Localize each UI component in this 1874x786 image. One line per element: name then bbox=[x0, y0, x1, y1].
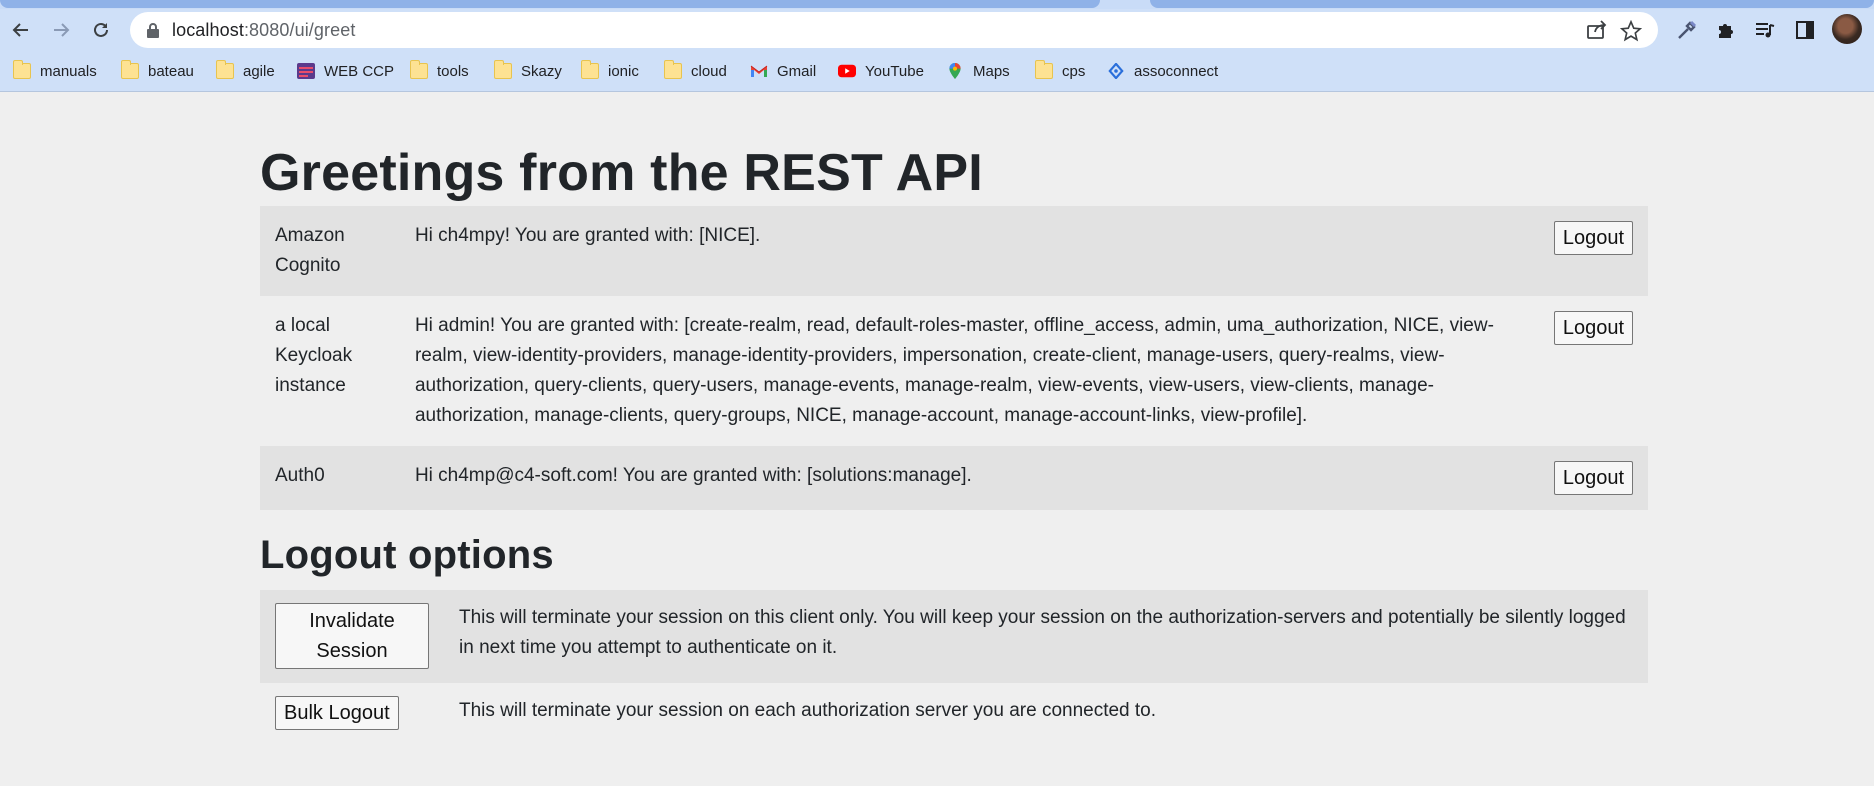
logout-options-table: Invalidate Session This will terminate y… bbox=[260, 590, 1648, 744]
folder-icon bbox=[216, 60, 234, 79]
forward-button[interactable] bbox=[44, 13, 78, 47]
active-tab[interactable] bbox=[0, 0, 1100, 8]
page-title: Greetings from the REST API bbox=[260, 144, 983, 202]
bookmark-ionic[interactable]: ionic bbox=[581, 60, 639, 82]
bookmark-web-ccp[interactable]: WEB CCP bbox=[297, 60, 394, 82]
page-content: Greetings from the REST API Amazon Cogni… bbox=[260, 92, 1648, 744]
option-description: This will terminate your session on this… bbox=[444, 590, 1648, 683]
reload-icon bbox=[94, 22, 108, 37]
bookmark-cps[interactable]: cps bbox=[1035, 60, 1085, 82]
gmail-icon bbox=[750, 65, 768, 77]
logout-option-row: Invalidate Session This will terminate y… bbox=[260, 590, 1648, 683]
greeting-row-auth0: Auth0 Hi ch4mp@c4-soft.com! You are gran… bbox=[260, 446, 1648, 510]
bookmark-label: Skazy bbox=[521, 62, 562, 80]
back-button[interactable] bbox=[4, 13, 38, 47]
share-icon[interactable] bbox=[1586, 20, 1608, 40]
bookmark-label: tools bbox=[437, 62, 469, 80]
webccp-icon bbox=[297, 63, 315, 79]
folder-icon bbox=[494, 60, 512, 79]
inactive-tab[interactable] bbox=[1150, 0, 1874, 8]
bookmark-manuals[interactable]: manuals bbox=[13, 60, 97, 82]
provider-name: Amazon Cognito bbox=[260, 206, 400, 296]
bookmark-skazy[interactable]: Skazy bbox=[494, 60, 562, 82]
provider-name: a local Keycloak instance bbox=[275, 315, 353, 396]
bookmark-label: assoconnect bbox=[1134, 62, 1219, 80]
forward-arrow-icon bbox=[54, 23, 70, 37]
logout-option-row: Bulk Logout This will terminate your ses… bbox=[260, 683, 1648, 744]
option-description: This will terminate your session on each… bbox=[459, 700, 1157, 721]
bookmark-label: cps bbox=[1062, 62, 1086, 80]
bookmark-cloud[interactable]: cloud bbox=[664, 60, 727, 82]
assoconnect-icon bbox=[1108, 63, 1124, 79]
bookmark-label: Maps bbox=[973, 62, 1010, 80]
maps-icon bbox=[949, 63, 961, 79]
eyedropper-extension-icon[interactable] bbox=[1674, 17, 1700, 43]
greeting-row-keycloak: a local Keycloak instance Hi admin! You … bbox=[260, 296, 1648, 446]
bookmark-label: agile bbox=[243, 62, 275, 80]
url-text: localhost:8080/ui/greet bbox=[172, 20, 355, 41]
option-button-cell: Bulk Logout bbox=[260, 683, 444, 744]
bookmark-label: Gmail bbox=[777, 62, 817, 80]
bookmark-gmail[interactable]: Gmail bbox=[750, 60, 816, 82]
youtube-icon bbox=[838, 64, 856, 78]
reload-button[interactable] bbox=[84, 13, 118, 47]
bookmark-label: ionic bbox=[608, 62, 639, 80]
back-arrow-icon bbox=[12, 23, 28, 37]
extensions-puzzle-icon[interactable] bbox=[1713, 17, 1739, 43]
profile-avatar[interactable] bbox=[1832, 14, 1862, 44]
browser-toolbar: localhost:8080/ui/greet bbox=[0, 9, 1874, 51]
folder-icon bbox=[121, 60, 139, 79]
bookmark-maps[interactable]: Maps bbox=[946, 60, 1010, 82]
invalidate-session-button[interactable]: Invalidate Session bbox=[275, 603, 429, 669]
bookmark-label: bateau bbox=[148, 62, 194, 80]
logout-options-title: Logout options bbox=[260, 533, 554, 577]
folder-icon bbox=[13, 60, 31, 79]
side-panel-icon[interactable] bbox=[1792, 17, 1818, 43]
address-bar[interactable]: localhost:8080/ui/greet bbox=[130, 12, 1658, 48]
tab-strip bbox=[0, 0, 1874, 9]
bookmark-tools[interactable]: tools bbox=[410, 60, 469, 82]
bookmark-bateau[interactable]: bateau bbox=[121, 60, 194, 82]
action-cell: Logout bbox=[1539, 296, 1648, 446]
bookmark-youtube[interactable]: YouTube bbox=[838, 60, 924, 82]
logout-button[interactable]: Logout bbox=[1553, 311, 1633, 345]
action-cell: Logout bbox=[1538, 206, 1648, 296]
folder-icon bbox=[664, 60, 682, 79]
lock-icon bbox=[147, 23, 159, 38]
bookmark-label: cloud bbox=[691, 62, 727, 80]
folder-icon bbox=[581, 60, 599, 79]
greetings-table: Amazon Cognito Hi ch4mpy! You are grante… bbox=[260, 206, 1648, 510]
logout-button[interactable]: Logout bbox=[1553, 461, 1633, 495]
provider-name: Auth0 bbox=[260, 446, 400, 510]
bookmark-assoconnect[interactable]: assoconnect bbox=[1107, 60, 1218, 82]
action-cell: Logout bbox=[1538, 446, 1648, 510]
bookmark-agile[interactable]: agile bbox=[216, 60, 275, 82]
bookmark-label: YouTube bbox=[865, 62, 924, 80]
greeting-row-cognito: Amazon Cognito Hi ch4mpy! You are grante… bbox=[260, 206, 1648, 296]
bulk-logout-button[interactable]: Bulk Logout bbox=[275, 696, 399, 730]
url-host: localhost bbox=[172, 20, 244, 40]
logout-button[interactable]: Logout bbox=[1553, 221, 1633, 255]
url-path: :8080/ui/greet bbox=[243, 20, 356, 40]
greeting-message: Hi ch4mp@c4-soft.com! You are granted wi… bbox=[399, 446, 1539, 510]
bookmark-label: manuals bbox=[40, 62, 97, 80]
media-control-icon[interactable] bbox=[1752, 17, 1778, 43]
folder-icon bbox=[1035, 60, 1053, 79]
bookmarks-bar: manuals bateau agile WEB CCP tools Skazy… bbox=[0, 51, 1874, 92]
greeting-message: Hi ch4mpy! You are granted with: [NICE]. bbox=[399, 206, 1539, 296]
greeting-message: Hi admin! You are granted with: [create-… bbox=[414, 315, 1494, 426]
bookmark-star-icon[interactable] bbox=[1620, 20, 1642, 42]
folder-icon bbox=[410, 60, 428, 79]
option-button-cell: Invalidate Session bbox=[260, 590, 444, 683]
bookmark-label: WEB CCP bbox=[324, 62, 395, 80]
